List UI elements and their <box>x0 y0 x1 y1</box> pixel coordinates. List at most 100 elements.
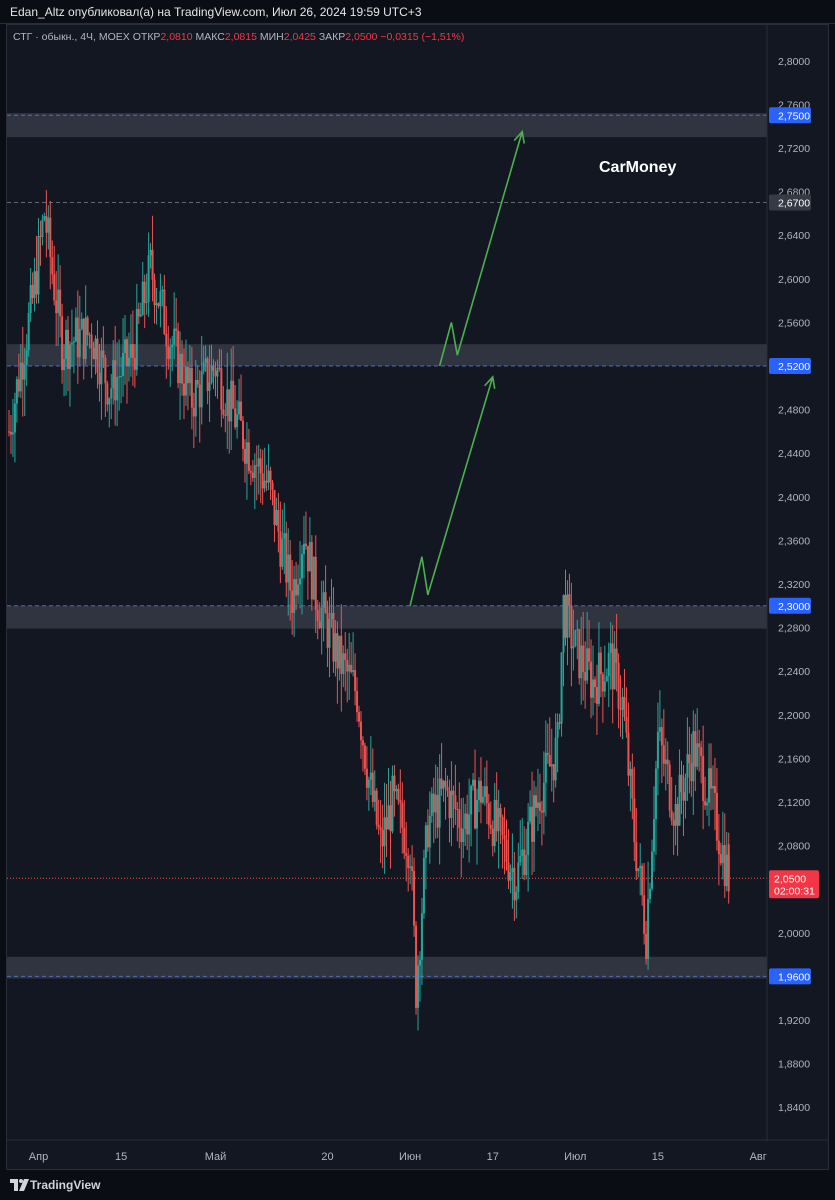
candle-body <box>285 533 288 583</box>
candle-body <box>57 289 60 314</box>
candle-body <box>112 360 115 389</box>
candle-body <box>621 696 624 710</box>
candle-body <box>672 820 675 826</box>
candle-body <box>145 301 148 304</box>
candle-body <box>192 407 195 417</box>
candle-body <box>184 366 187 396</box>
candlestick-chart[interactable]: 2,80002,76002,72002,68002,64002,60002,56… <box>7 25 828 1169</box>
candle-body <box>43 216 46 220</box>
candle-body <box>78 328 81 358</box>
candle-body <box>399 800 402 803</box>
candle-body <box>723 845 726 887</box>
candle-body <box>363 745 366 769</box>
candle-body <box>11 432 14 435</box>
candle-body <box>474 779 477 829</box>
candle-body <box>531 806 534 842</box>
candle-body <box>265 480 268 483</box>
candle-body <box>645 933 648 959</box>
high-label: МАКС <box>195 31 225 43</box>
candle-body <box>338 635 341 669</box>
y-tick-label: 2,2000 <box>778 710 810 722</box>
candle-body <box>358 712 361 722</box>
x-tick-label: 17 <box>487 1151 499 1163</box>
candle-body <box>633 798 636 842</box>
x-tick-label: Авг <box>750 1151 767 1163</box>
candle-body <box>570 605 573 649</box>
candle-body <box>464 813 467 830</box>
y-tick-label: 2,3600 <box>778 535 810 547</box>
candle-body <box>572 646 575 649</box>
candle-body <box>552 764 555 781</box>
candle-body <box>17 379 20 392</box>
candle-body <box>409 866 412 868</box>
candle-body <box>407 855 410 868</box>
candle-body <box>460 827 463 843</box>
candle-body <box>554 737 557 781</box>
candle-body <box>708 768 711 803</box>
candle-body <box>200 371 203 408</box>
candle-body <box>466 813 469 835</box>
candle-body <box>377 824 380 828</box>
candle-body <box>120 376 123 378</box>
candle-body <box>352 670 355 672</box>
candle-body <box>129 344 132 358</box>
x-tick-label: 20 <box>321 1151 333 1163</box>
candle-body <box>245 442 248 464</box>
candle-body <box>375 790 378 825</box>
candle-body <box>694 731 697 767</box>
y-tick-label: 2,2400 <box>778 666 810 678</box>
candle-body <box>68 344 71 369</box>
candle-body <box>269 470 272 483</box>
candle-body <box>310 542 313 600</box>
candle-body <box>151 249 154 280</box>
candle-body <box>208 382 211 391</box>
ohlc-legend: СТГ · обыкн., 4Ч, MOEX ОТКР2,0810 МАКС2,… <box>13 31 464 43</box>
candle-body <box>104 357 107 384</box>
candle-body <box>65 329 68 359</box>
candle-body <box>696 743 699 767</box>
candle-body <box>405 853 408 856</box>
y-tick-label: 2,4400 <box>778 448 810 460</box>
candle-body <box>495 799 498 832</box>
candle-body <box>334 633 337 662</box>
candle-body <box>525 855 528 875</box>
candle-body <box>167 346 170 359</box>
x-tick-label: 15 <box>115 1151 127 1163</box>
candle-body <box>654 768 657 820</box>
candle-body <box>674 804 677 826</box>
candle-body <box>536 802 539 808</box>
candle-body <box>725 854 728 887</box>
candle-body <box>153 279 156 306</box>
candle-body <box>472 779 475 786</box>
candle-body <box>660 727 663 746</box>
candle-body <box>222 409 225 415</box>
y-tick-label: 2,6000 <box>778 274 810 286</box>
candle-body <box>342 653 345 675</box>
candle-body <box>326 613 329 648</box>
candle-body <box>21 362 24 380</box>
bar-countdown-label: 02:00:31 <box>774 885 815 897</box>
candle-body <box>259 458 262 474</box>
candle-body <box>299 578 302 585</box>
candle-body <box>609 643 612 653</box>
chart-area[interactable]: 2,8000 2,7600 2,7200 2,6800 2,6400 2,6000 2,56… <box>6 24 829 1170</box>
symbol-label[interactable]: СТГ · обыкн., 4Ч, MOEX <box>13 31 130 43</box>
candle-body <box>576 629 579 631</box>
y-tick-label: 2,0000 <box>778 928 810 940</box>
close-label: ЗАКР <box>318 31 346 43</box>
candle-body <box>715 792 718 841</box>
candle-body <box>354 670 357 692</box>
candle-body <box>261 473 264 489</box>
candle-body <box>330 612 333 619</box>
candle-body <box>603 681 606 692</box>
candle-body <box>426 825 429 848</box>
tradingview-logo-icon[interactable] <box>10 1179 30 1191</box>
candle-body <box>664 759 667 764</box>
candle-body <box>94 338 97 360</box>
tradingview-logo-text[interactable]: TradingView <box>30 1178 100 1192</box>
candle-body <box>181 353 184 384</box>
level-zone <box>7 605 767 629</box>
candle-body <box>371 772 374 802</box>
candle-body <box>430 793 433 816</box>
candle-body <box>381 829 384 847</box>
